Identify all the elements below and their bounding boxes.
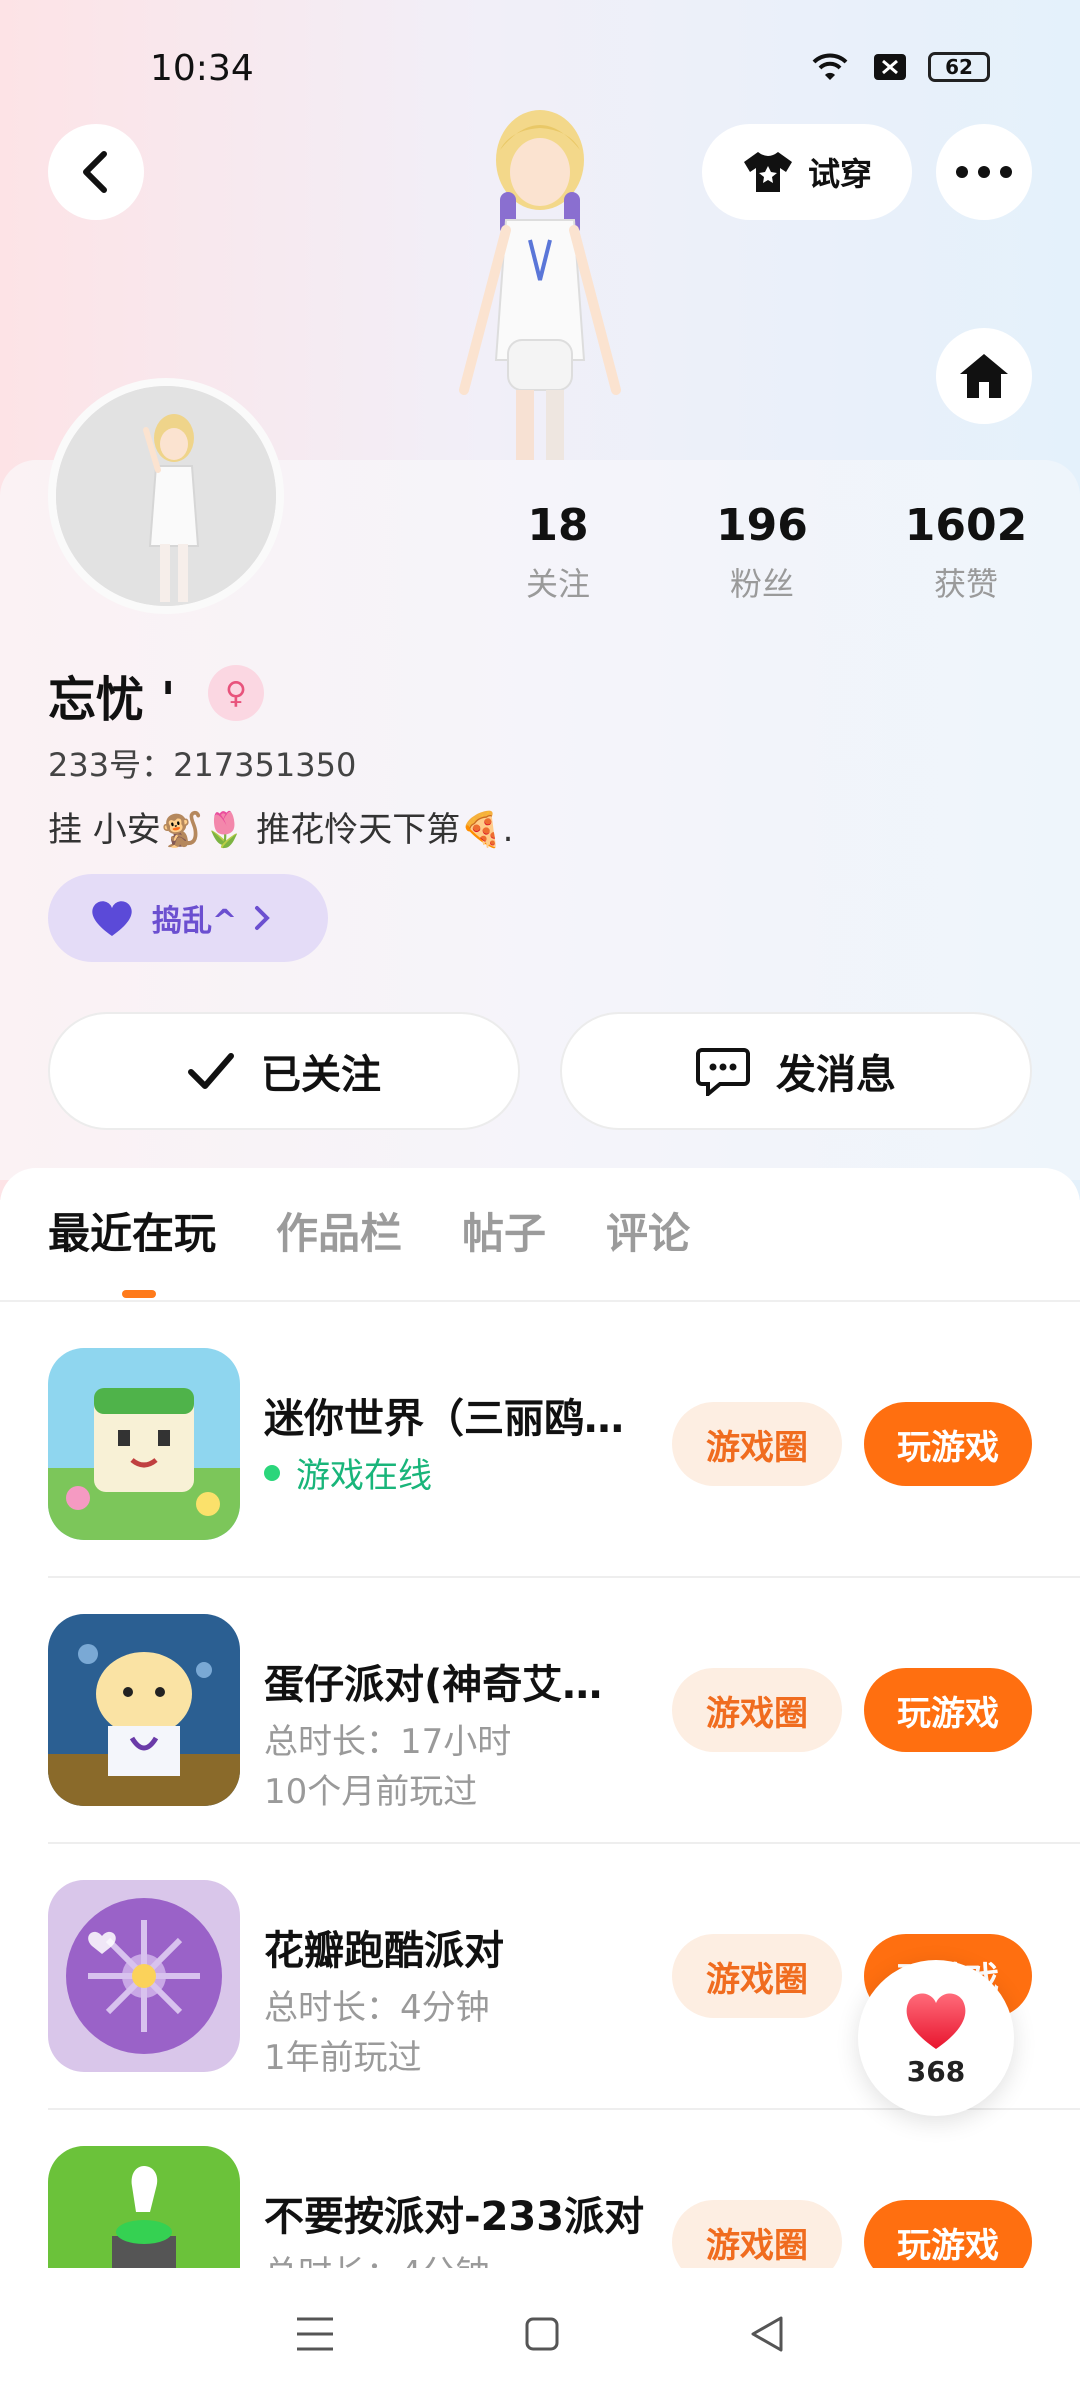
- female-icon: ♀: [208, 665, 264, 721]
- game-title: 蛋仔派对(神奇艾…: [264, 1662, 603, 1708]
- like-count: 368: [906, 2054, 966, 2088]
- home-square-icon[interactable]: [524, 2316, 560, 2352]
- list-item[interactable]: 迷你世界（三丽鸥… 游戏在线 游戏圈 玩游戏: [48, 1348, 1032, 1548]
- tab-bar: 最近在玩 作品栏 帖子 评论: [48, 1200, 690, 1261]
- game-icon: [48, 1614, 240, 1806]
- avatar-figure-image: [56, 386, 276, 606]
- sim-off-icon: [874, 54, 906, 80]
- stat-fans[interactable]: 196 粉丝: [672, 500, 852, 605]
- profile-uid: 233号：217351350: [48, 746, 357, 784]
- stat-likes-number: 1602: [904, 500, 1028, 551]
- chevron-left-icon: [83, 151, 107, 193]
- game-last-played: 10个月前玩过: [264, 1772, 478, 1812]
- tab-works[interactable]: 作品栏: [276, 1200, 402, 1261]
- game-circle-button[interactable]: 游戏圈: [672, 1934, 842, 2018]
- row-divider: [48, 1576, 1080, 1578]
- mood-tag[interactable]: 捣乱^: [48, 874, 328, 962]
- profile-name: 忘忧 ': [48, 672, 176, 728]
- wifi-icon: [812, 53, 848, 80]
- game-online-label: 游戏在线: [296, 1456, 432, 1496]
- row-divider: [48, 1842, 1080, 1844]
- heart-icon: [906, 1992, 966, 2049]
- stat-likes-label: 获赞: [933, 565, 998, 603]
- game-title: 迷你世界（三丽鸥…: [264, 1396, 624, 1442]
- followed-button[interactable]: 已关注: [48, 1012, 520, 1130]
- mood-tag-label: 捣乱^: [152, 904, 238, 939]
- game-play-time: 总时长：17小时: [264, 1722, 512, 1762]
- system-nav-bar: [0, 2268, 1080, 2400]
- message-label: 发消息: [776, 1052, 896, 1098]
- stat-likes[interactable]: 1602 获赞: [876, 500, 1056, 605]
- home-icon: [960, 354, 1008, 398]
- tab-active-indicator: [122, 1290, 156, 1298]
- game-circle-button[interactable]: 游戏圈: [672, 1668, 842, 1752]
- game-circle-button[interactable]: 游戏圈: [672, 2200, 842, 2268]
- game-icon: [48, 2146, 240, 2268]
- avatar[interactable]: [48, 378, 284, 614]
- game-title: 不要按派对-233派对: [264, 2194, 645, 2240]
- chat-bubble-icon: [696, 1048, 750, 1096]
- menu-icon[interactable]: [295, 2315, 335, 2353]
- game-circle-button[interactable]: 游戏圈: [672, 1402, 842, 1486]
- profile-bio: 挂 小安🐒🌷 推花怜天下第🍕.: [48, 810, 514, 850]
- game-online-status: 游戏在线: [264, 1448, 432, 1497]
- heart-icon: [92, 901, 132, 936]
- tabs-divider: [0, 1300, 1080, 1302]
- back-triangle-icon[interactable]: [749, 2315, 785, 2353]
- stat-following-label: 关注: [525, 565, 590, 603]
- back-button[interactable]: [48, 124, 144, 220]
- game-icon: [48, 1880, 240, 2072]
- game-play-time: 总时长：4分钟: [264, 1988, 490, 2028]
- tab-comments[interactable]: 评论: [606, 1200, 690, 1261]
- try-on-button[interactable]: 试穿: [702, 124, 912, 220]
- check-icon: [188, 1053, 234, 1089]
- status-time: 10:34: [150, 48, 254, 89]
- tab-posts[interactable]: 帖子: [462, 1200, 546, 1261]
- game-last-played: 1年前玩过: [264, 2038, 422, 2078]
- stat-following[interactable]: 18 关注: [468, 500, 648, 605]
- battery-icon: 62: [928, 52, 990, 82]
- game-play-time: 总时长：4分钟: [264, 2246, 490, 2268]
- stat-fans-number: 196: [716, 500, 808, 551]
- tshirt-icon: [743, 152, 792, 192]
- more-dots-icon: [956, 166, 1012, 178]
- list-item[interactable]: 不要按派对-233派对 总时长：4分钟 游戏圈 玩游戏: [48, 2146, 1032, 2268]
- game-title: 花瓣跑酷派对: [264, 1928, 504, 1974]
- online-dot-icon: [264, 1464, 280, 1481]
- home-button[interactable]: [936, 328, 1032, 424]
- game-icon: [48, 1348, 240, 1540]
- chevron-right-icon: [255, 906, 270, 930]
- play-game-button[interactable]: 玩游戏: [864, 2200, 1032, 2268]
- list-item[interactable]: 蛋仔派对(神奇艾… 总时长：17小时 10个月前玩过 游戏圈 玩游戏: [48, 1614, 1032, 1814]
- status-icons: 62: [808, 50, 990, 84]
- avatar-3d-figure: [459, 110, 621, 460]
- try-on-label: 试穿: [807, 155, 872, 193]
- play-game-button[interactable]: 玩游戏: [864, 1668, 1032, 1752]
- like-float-button[interactable]: 368: [858, 1960, 1014, 2116]
- stat-following-number: 18: [527, 500, 589, 551]
- more-button[interactable]: [936, 124, 1032, 220]
- message-button[interactable]: 发消息: [560, 1012, 1032, 1130]
- stat-fans-label: 粉丝: [729, 565, 794, 603]
- tab-recently-played[interactable]: 最近在玩: [48, 1200, 216, 1261]
- play-game-button[interactable]: 玩游戏: [864, 1402, 1032, 1486]
- followed-label: 已关注: [261, 1052, 381, 1098]
